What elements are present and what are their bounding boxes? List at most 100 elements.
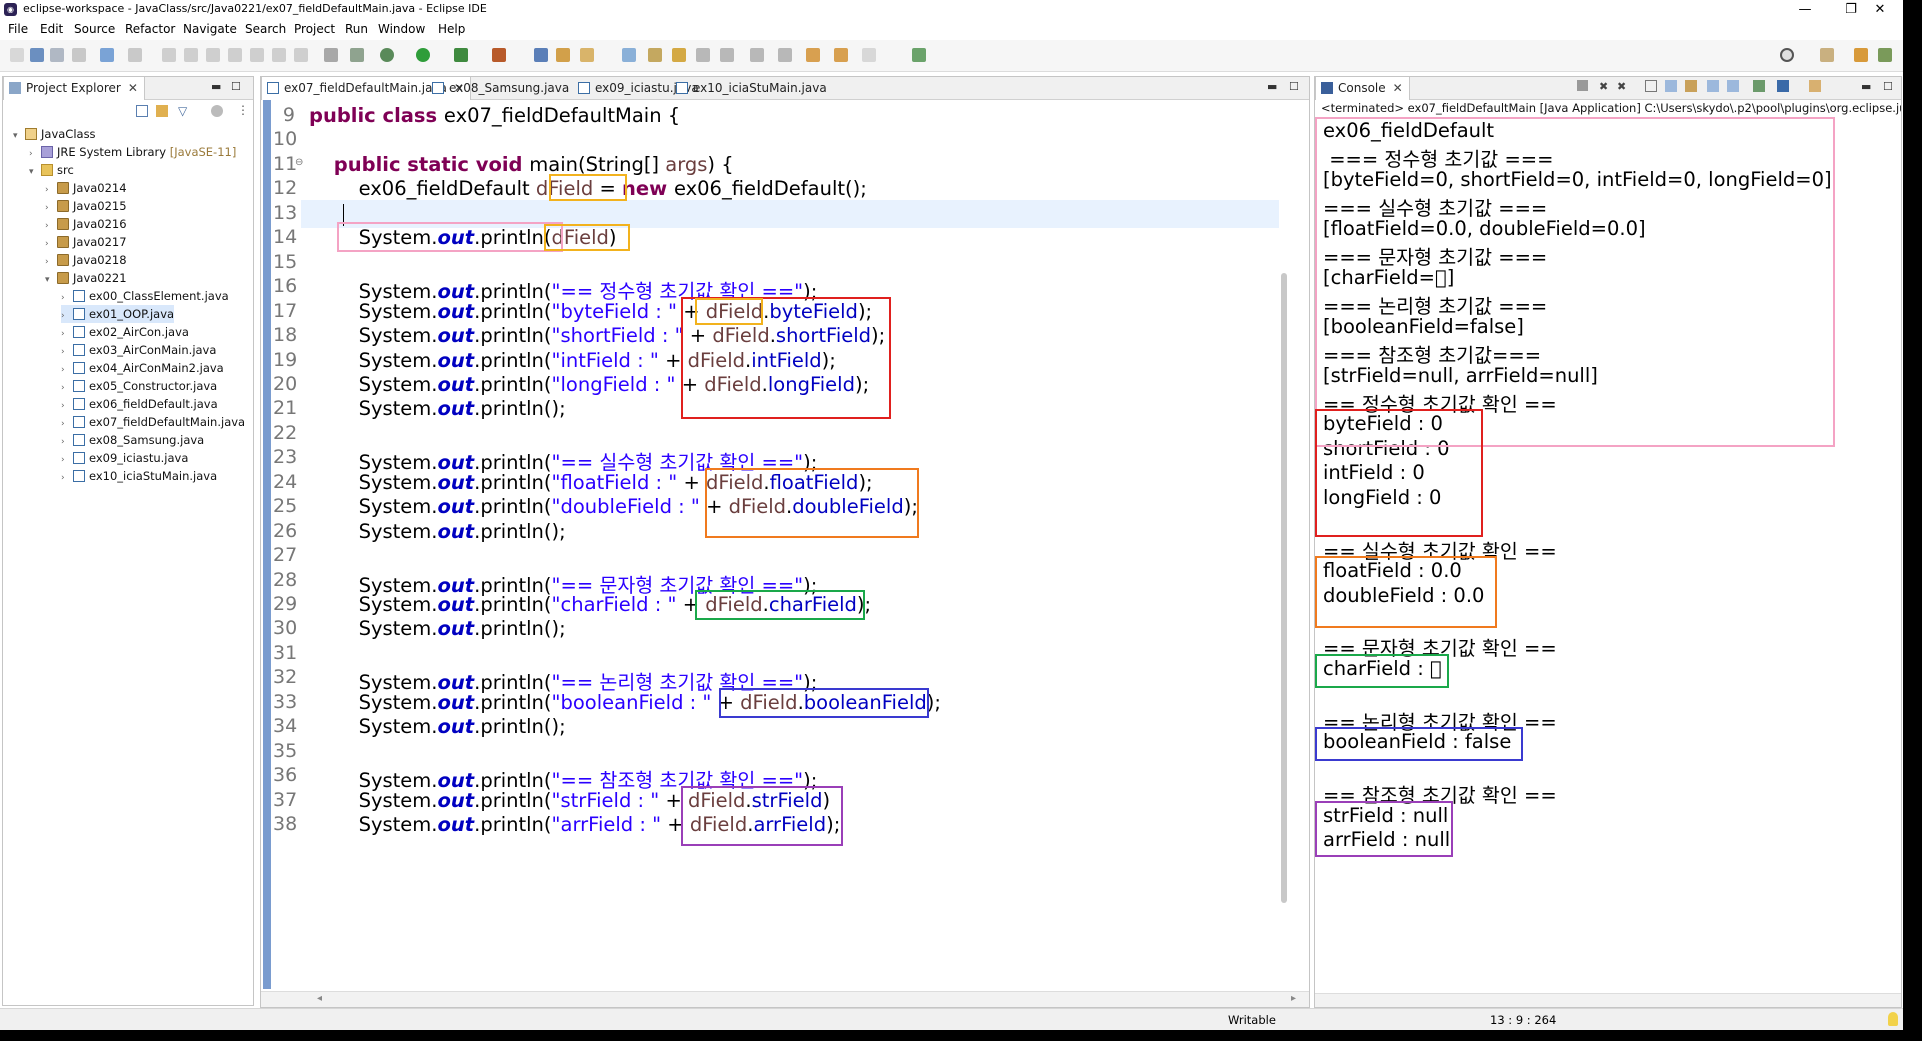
terminal-icon[interactable] (100, 48, 114, 62)
code-line[interactable]: public class ex07_fieldDefaultMain { (309, 104, 680, 127)
menu-edit[interactable]: Edit (40, 22, 63, 36)
filter-icon[interactable]: ▽ (178, 104, 187, 118)
java-perspective-icon[interactable] (1854, 48, 1868, 62)
tab-console[interactable]: Console ✕ (1315, 77, 1410, 100)
pin-console-icon[interactable] (1753, 80, 1765, 92)
new-class-icon[interactable] (580, 48, 594, 62)
menu-help[interactable]: Help (438, 22, 465, 36)
block-selection-icon[interactable] (696, 48, 710, 62)
editor-vertical-scrollbar[interactable] (1281, 273, 1287, 903)
debug-perspective-icon[interactable] (1878, 48, 1892, 62)
next-annotation-icon[interactable] (750, 48, 764, 62)
open-type-icon[interactable] (622, 48, 636, 62)
search-icon[interactable] (1780, 48, 1794, 62)
forward-icon[interactable] (862, 48, 876, 62)
menu-source[interactable]: Source (74, 22, 115, 36)
expanded-twisty-icon[interactable]: ▾ (45, 271, 57, 289)
terminate-console-icon[interactable] (1577, 80, 1588, 91)
tree-item[interactable]: › ex06_fieldDefault.java (61, 395, 218, 413)
last-edit-location-icon[interactable] (806, 48, 820, 62)
step-into-icon[interactable] (250, 48, 264, 62)
new-package-icon[interactable] (556, 48, 570, 62)
run-icon[interactable] (416, 48, 430, 62)
resume-icon[interactable] (162, 48, 176, 62)
suspend-icon[interactable] (184, 48, 198, 62)
drop-to-frame-icon[interactable] (324, 48, 338, 62)
editor-tab[interactable]: ex08_Samsung.java (427, 77, 575, 100)
code-line[interactable]: System.out.println(); (309, 520, 566, 543)
code-area[interactable]: 9 public class ex07_fieldDefaultMain {10 1… (261, 100, 1309, 989)
console-horizontal-scrollbar[interactable] (1315, 993, 1901, 1007)
debug-icon[interactable] (380, 48, 394, 62)
show-stdout-icon[interactable] (1707, 80, 1719, 92)
maximize-editor-icon[interactable]: ☐ (1289, 80, 1299, 93)
scroll-left-icon[interactable]: ◂ (317, 993, 322, 1004)
step-over-icon[interactable] (272, 48, 286, 62)
tree-item[interactable]: › Java0214 (45, 179, 127, 197)
tree-item[interactable]: › ex10_iciaStuMain.java (61, 467, 217, 485)
tree-item[interactable]: › ex08_Samsung.java (61, 431, 204, 449)
display-console-icon[interactable] (1777, 80, 1789, 92)
expanded-twisty-icon[interactable]: ▾ (13, 127, 25, 145)
expanded-twisty-icon[interactable]: ▾ (29, 163, 41, 181)
menu-window[interactable]: Window (378, 22, 425, 36)
console-output[interactable]: ex06_fieldDefault === 정수형 초기값 === [byteFi… (1315, 117, 1901, 1007)
new-icon[interactable] (10, 48, 24, 62)
collapsed-twisty-icon[interactable]: › (61, 469, 73, 487)
show-stderr-icon[interactable] (1727, 80, 1739, 92)
step-return-icon[interactable] (294, 48, 308, 62)
clear-console-icon[interactable] (1645, 80, 1657, 92)
remove-all-icon[interactable]: ✖ (1617, 80, 1626, 93)
minimize-button[interactable]: — (1782, 0, 1828, 19)
search-toolbar-icon[interactable] (648, 48, 662, 62)
editor-horizontal-scrollbar[interactable]: ◂ ▸ (261, 991, 1309, 1007)
scroll-lock-icon[interactable] (1665, 80, 1677, 92)
code-line[interactable]: System.out.println(); (309, 715, 566, 738)
open-perspective-icon[interactable] (1820, 48, 1834, 62)
menu-project[interactable]: Project (294, 22, 335, 36)
close-icon[interactable]: ✕ (128, 77, 138, 100)
new-java-project-icon[interactable] (534, 48, 548, 62)
minimize-console-icon[interactable]: ▬ (1861, 80, 1871, 93)
open-console-icon[interactable] (1809, 80, 1821, 92)
tree-item[interactable]: › ex04_AirConMain2.java (61, 359, 224, 377)
print-icon[interactable] (72, 48, 86, 62)
tree-item[interactable]: ▾ src (29, 161, 74, 179)
pin-editor-icon[interactable] (912, 48, 926, 62)
tree-item[interactable]: › ex03_AirConMain.java (61, 341, 216, 359)
maximize-view-icon[interactable]: ☐ (231, 80, 241, 93)
link-editor-icon[interactable] (156, 105, 168, 117)
menu-navigate[interactable]: Navigate (183, 22, 237, 36)
minimize-view-icon[interactable]: ▬ (211, 80, 221, 93)
use-step-filters-icon[interactable] (350, 48, 364, 62)
minimize-editor-icon[interactable]: ▬ (1267, 80, 1277, 93)
collapse-all-icon[interactable] (136, 105, 148, 117)
maximize-console-icon[interactable]: ☐ (1883, 80, 1893, 93)
tree-item[interactable]: ▾ Java0221 (45, 269, 127, 287)
save-icon[interactable] (30, 48, 44, 62)
tree-item[interactable]: › ex07_fieldDefaultMain.java (61, 413, 245, 431)
prev-annotation-icon[interactable] (778, 48, 792, 62)
menu-refactor[interactable]: Refactor (125, 22, 175, 36)
skip-breakpoints-icon[interactable] (128, 48, 142, 62)
terminate-icon[interactable] (206, 48, 220, 62)
fold-collapse-icon[interactable]: ⊖ (295, 157, 303, 168)
menu-run[interactable]: Run (345, 22, 368, 36)
tree-item[interactable]: › Java0218 (45, 251, 127, 269)
word-wrap-icon[interactable] (1685, 80, 1697, 92)
remove-launch-icon[interactable]: ✖ (1599, 80, 1608, 93)
tree-item[interactable]: › ex02_AirCon.java (61, 323, 189, 341)
save-all-icon[interactable] (50, 48, 64, 62)
code-line[interactable]: public static void main(String[] args) { (309, 153, 734, 176)
tree-item[interactable]: › JRE System Library [JavaSE-11] (29, 143, 236, 161)
show-whitespace-icon[interactable] (720, 48, 734, 62)
tab-project-explorer[interactable]: Project Explorer ✕ (3, 77, 145, 100)
view-menu-icon[interactable]: ⋮ (237, 103, 249, 117)
tree-item[interactable]: › Java0215 (45, 197, 127, 215)
focus-icon[interactable] (211, 105, 223, 117)
close-button[interactable]: ✕ (1857, 0, 1903, 19)
tree-item[interactable]: › ex00_ClassElement.java (61, 287, 229, 305)
editor-tab[interactable]: ex10_iciaStuMain.java (671, 77, 833, 100)
tree-item[interactable]: ▾ JavaClass (13, 125, 96, 143)
tree-item[interactable]: › Java0216 (45, 215, 127, 233)
